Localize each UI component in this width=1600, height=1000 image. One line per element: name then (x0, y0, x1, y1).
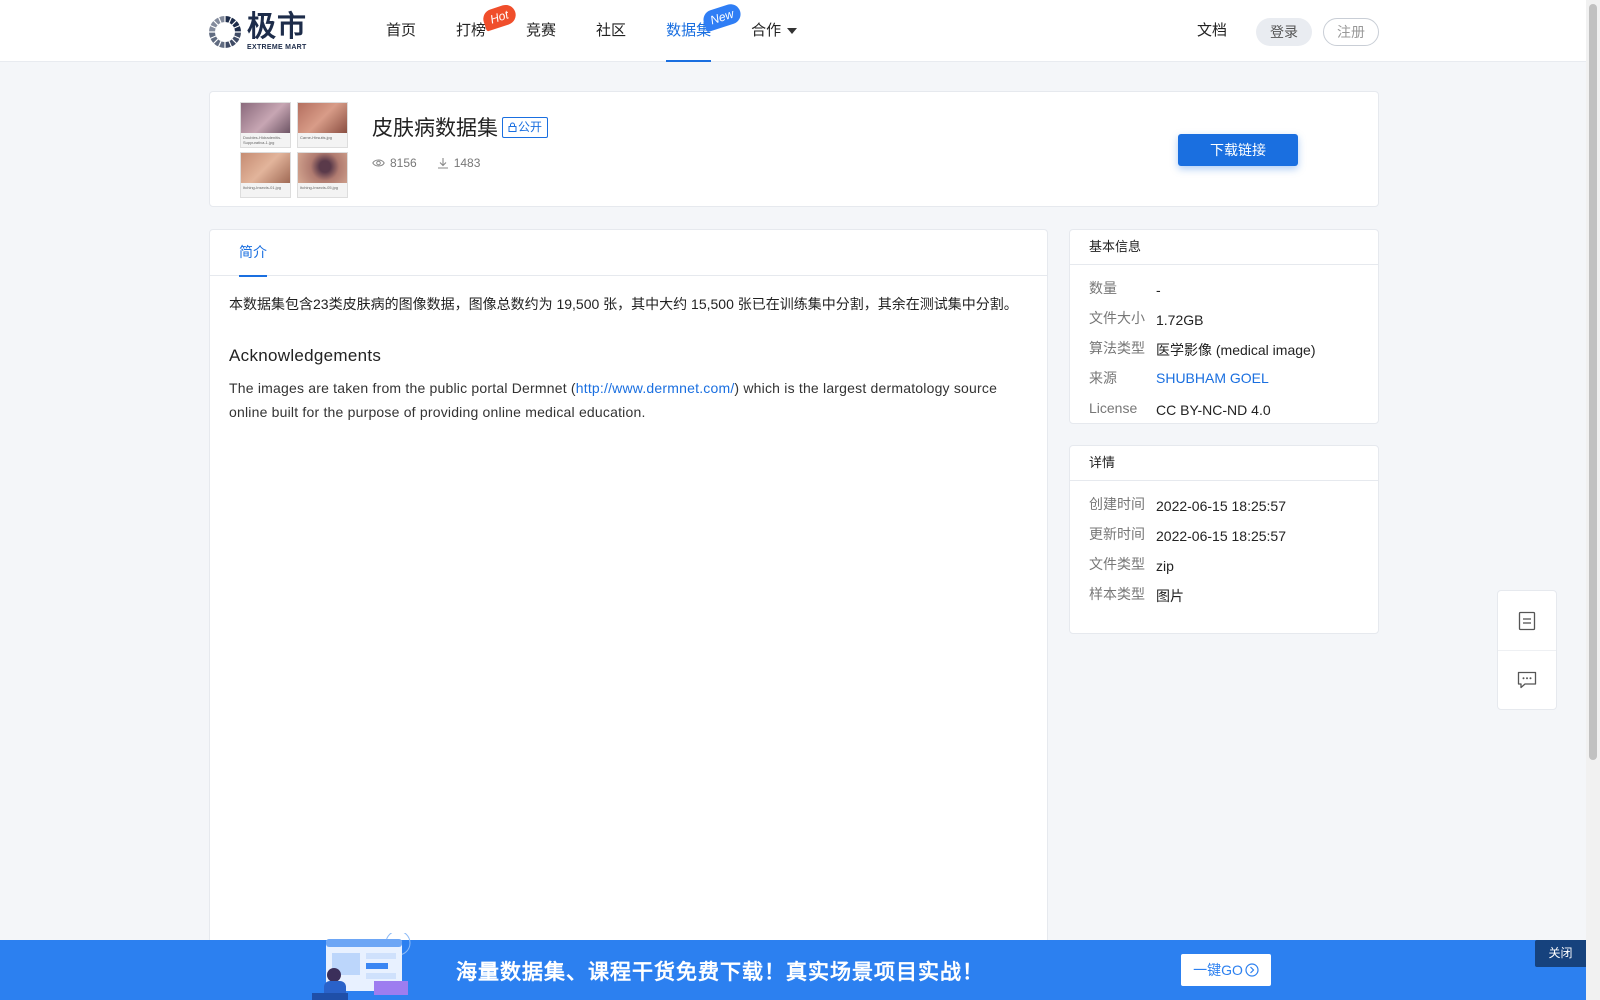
basic-info-panel: 基本信息 数量 - 文件大小 1.72GB 算法类型 医学影像 (medical im… (1069, 229, 1379, 424)
info-row-source: 来源 SHUBHAM GOEL (1089, 370, 1269, 386)
close-banner-button[interactable]: 关闭 (1535, 940, 1586, 967)
main-nav: 首页 打榜 Hot 竞赛 社区 数据集 New 合作 (386, 0, 837, 62)
dataset-thumbnail[interactable]: Itching-Insects-01.jpg (240, 152, 291, 198)
intro-panel: 简介 本数据集包含23类皮肤病的图像数据，图像总数约为 19,500 张，其中大… (209, 229, 1048, 949)
dataset-title: 皮肤病数据集 (372, 117, 498, 140)
arrow-circle-icon (1245, 963, 1259, 977)
details-title: 详情 (1070, 446, 1378, 481)
dataset-thumbnail[interactable]: Carne-Hirsutis.jpg (297, 102, 348, 148)
register-button[interactable]: 注册 (1323, 18, 1379, 46)
logo-cn-text: 极市 (247, 11, 308, 43)
details-panel: 详情 创建时间 2022-06-15 18:25:57 更新时间 2022-06-1… (1069, 445, 1379, 634)
dataset-thumbnail[interactable]: Doubles-Hidradenitis-Suppurativa-1.jpg (240, 102, 291, 148)
intro-content: 本数据集包含23类皮肤病的图像数据，图像总数约为 19,500 张，其中大约 1… (210, 276, 1047, 424)
nav-item-datasets[interactable]: 数据集 New (666, 0, 744, 62)
info-row-license: License CC BY-NC-ND 4.0 (1089, 400, 1271, 418)
content-tabs: 简介 (210, 230, 1047, 277)
info-row-count: 数量 - (1089, 280, 1161, 298)
nav-item-competition[interactable]: 竞赛 (526, 0, 556, 62)
tab-intro[interactable]: 简介 (239, 230, 267, 277)
download-link-button[interactable]: 下载链接 (1178, 134, 1298, 166)
logo-mark-icon (207, 14, 243, 50)
feedback-button[interactable] (1498, 650, 1556, 709)
dermnet-link[interactable]: http://www.dermnet.com/ (576, 380, 735, 396)
banner-illustration-icon (312, 933, 411, 1000)
document-icon (1518, 611, 1536, 630)
scrollbar-thumb[interactable] (1589, 4, 1597, 760)
floating-toolbar (1497, 590, 1557, 710)
new-badge: New (700, 1, 744, 33)
source-link[interactable]: SHUBHAM GOEL (1156, 370, 1269, 386)
nav-item-leaderboard[interactable]: 打榜 Hot (456, 0, 519, 62)
intro-text: 本数据集包含23类皮肤病的图像数据，图像总数约为 19,500 张，其中大约 1… (229, 296, 1018, 312)
visibility-tag: 公开 (502, 117, 549, 138)
detail-row-filetype: 文件类型 zip (1089, 556, 1174, 574)
detail-row-sampletype: 样本类型 图片 (1089, 586, 1184, 604)
dataset-thumbnail[interactable]: Itching-Insects-05.jpg (297, 152, 348, 198)
view-count: 8156 (372, 156, 417, 170)
nav-item-cooperation[interactable]: 合作 (751, 0, 798, 62)
logo-en-text: EXTREME MART (247, 44, 307, 51)
detail-row-created: 创建时间 2022-06-15 18:25:57 (1089, 496, 1286, 514)
lock-icon (508, 122, 517, 132)
dataset-thumbnails: Doubles-Hidradenitis-Suppurativa-1.jpg C… (240, 102, 350, 198)
info-row-algorithm: 算法类型 医学影像 (medical image) (1089, 340, 1316, 358)
eye-icon (372, 159, 385, 167)
basic-info-title: 基本信息 (1070, 230, 1378, 265)
nav-item-community[interactable]: 社区 (596, 0, 626, 62)
banner-text: 海量数据集、课程干货免费下载！真实场景项目实战！ (456, 959, 984, 984)
docs-link[interactable]: 文档 (1197, 0, 1227, 62)
page-scrollbar[interactable] (1586, 0, 1600, 1000)
dataset-header-card: Doubles-Hidradenitis-Suppurativa-1.jpg C… (209, 91, 1379, 207)
top-header: 极市 EXTREME MART 首页 打榜 Hot 竞赛 社区 数据集 New … (0, 0, 1586, 62)
document-button[interactable] (1498, 591, 1556, 650)
go-button[interactable]: 一键GO (1181, 954, 1271, 986)
caret-down-icon (787, 28, 798, 35)
login-button[interactable]: 登录 (1256, 18, 1312, 46)
message-icon (1517, 671, 1537, 689)
detail-row-updated: 更新时间 2022-06-15 18:25:57 (1089, 526, 1286, 544)
hot-badge: Hot (481, 2, 519, 32)
dataset-stats: 8156 1483 (372, 156, 500, 170)
site-logo[interactable]: 极市 EXTREME MART (207, 12, 307, 52)
nav-item-home[interactable]: 首页 (386, 0, 416, 62)
promo-banner[interactable]: 海量数据集、课程干货免费下载！真实场景项目实战！ 一键GO 关闭 (0, 933, 1586, 1000)
acknowledgements-heading: Acknowledgements (229, 346, 382, 365)
info-row-size: 文件大小 1.72GB (1089, 310, 1204, 328)
download-icon (437, 158, 448, 169)
download-count: 1483 (437, 156, 480, 170)
acknowledgements-text: The images are taken from the public por… (229, 380, 998, 420)
